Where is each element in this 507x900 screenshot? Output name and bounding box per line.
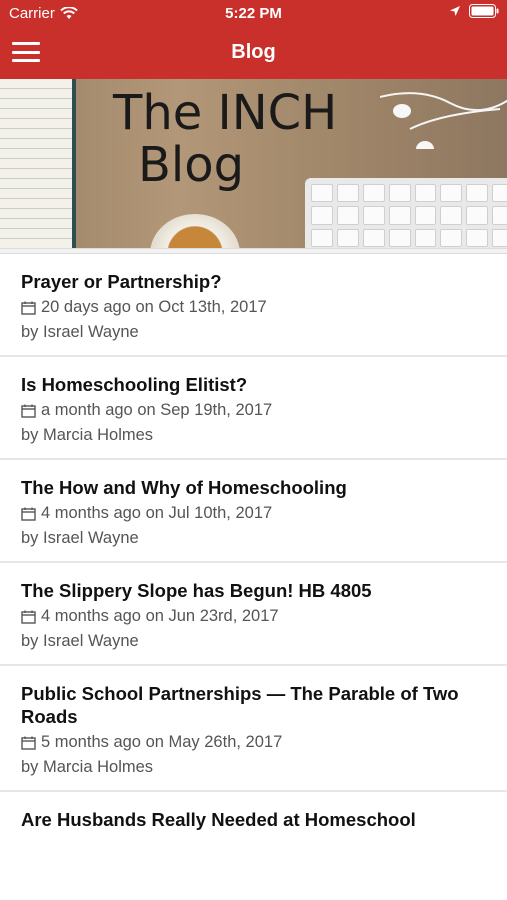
post-author: by Marcia Holmes — [21, 758, 154, 776]
coffee-cup-graphic — [150, 214, 240, 248]
post-item[interactable]: Is Homeschooling Elitist? a month ago on… — [0, 357, 507, 460]
status-bar: Carrier 5:22 PM — [0, 0, 507, 28]
post-item[interactable]: Are Husbands Really Needed at Homeschool — [0, 792, 507, 831]
post-title: The Slippery Slope has Begun! HB 4805 — [21, 580, 372, 601]
calendar-icon — [21, 736, 36, 750]
calendar-icon — [21, 507, 36, 521]
calendar-icon — [21, 610, 36, 624]
notebook-graphic — [0, 79, 76, 248]
post-item[interactable]: The How and Why of Homeschooling 4 month… — [0, 460, 507, 563]
earbuds-graphic — [380, 92, 507, 149]
app-header: Carrier 5:22 PM Blog — [0, 0, 507, 79]
post-date: 4 months ago on Jul 10th, 2017 — [41, 504, 273, 522]
post-author: by Israel Wayne — [21, 632, 139, 650]
post-date: 20 days ago on Oct 13th, 2017 — [41, 298, 267, 316]
post-title: The How and Why of Homeschooling — [21, 477, 347, 498]
battery-icon — [469, 4, 499, 18]
post-meta: 5 months ago on May 26th, 2017 — [21, 733, 486, 752]
hero-title-line1: The INCH — [113, 85, 338, 141]
status-time: 5:22 PM — [225, 5, 282, 22]
post-item[interactable]: Prayer or Partnership? 20 days ago on Oc… — [0, 254, 507, 357]
status-right — [449, 4, 499, 18]
post-title: Prayer or Partnership? — [21, 271, 222, 292]
post-title: Public School Partnerships — The Parable… — [21, 683, 459, 727]
location-arrow-icon — [450, 6, 460, 16]
post-title: Are Husbands Really Needed at Homeschool — [21, 809, 416, 830]
post-author: by Israel Wayne — [21, 323, 139, 341]
calendar-icon — [21, 404, 36, 418]
post-title: Is Homeschooling Elitist? — [21, 374, 248, 395]
page-title: Blog — [231, 41, 276, 63]
post-date: a month ago on Sep 19th, 2017 — [41, 401, 273, 419]
post-meta: 4 months ago on Jul 10th, 2017 — [21, 504, 486, 523]
calendar-icon — [21, 301, 36, 315]
post-meta: 4 months ago on Jun 23rd, 2017 — [21, 607, 486, 626]
hero-title: The INCH Blog — [113, 87, 337, 191]
nav-bar: Blog — [0, 28, 507, 79]
post-meta: a month ago on Sep 19th, 2017 — [21, 401, 486, 420]
post-date: 5 months ago on May 26th, 2017 — [41, 733, 283, 751]
post-item[interactable]: Public School Partnerships — The Parable… — [0, 666, 507, 792]
post-author: by Israel Wayne — [21, 529, 139, 547]
post-author: by Marcia Holmes — [21, 426, 154, 444]
post-item[interactable]: The Slippery Slope has Begun! HB 4805 4 … — [0, 563, 507, 666]
blog-hero-banner: The INCH Blog — [0, 79, 507, 248]
post-meta: 20 days ago on Oct 13th, 2017 — [21, 298, 486, 317]
hero-title-line2: Blog — [138, 137, 245, 193]
post-list: Prayer or Partnership? 20 days ago on Oc… — [0, 248, 507, 831]
post-date: 4 months ago on Jun 23rd, 2017 — [41, 607, 279, 625]
